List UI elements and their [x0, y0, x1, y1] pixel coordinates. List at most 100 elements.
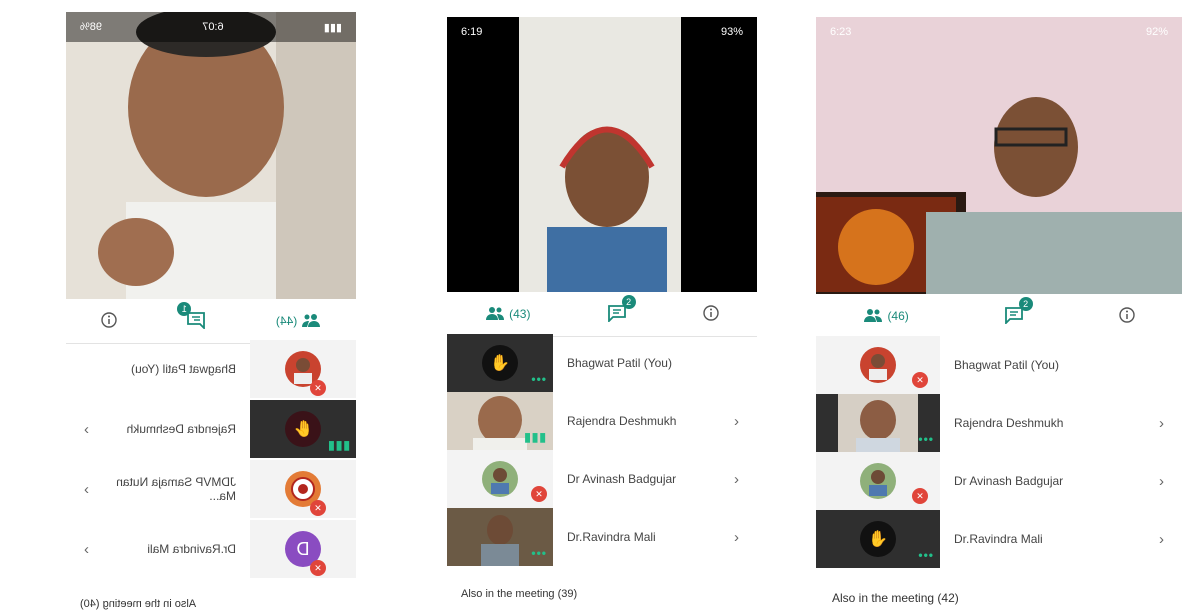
info-icon [703, 304, 719, 324]
hand-raise-icon: ✋ [868, 531, 888, 548]
participant-thumbnail: ✕ [250, 460, 356, 518]
participant-name: Rajendra Deshmukh [126, 422, 236, 436]
chevron-right-icon[interactable]: › [1159, 473, 1164, 490]
screenshot-1: ▮▮▮ 6:07 98% (44) 1 ✕ Bhagwat Patil (You… [66, 0, 356, 613]
chevron-right-icon[interactable]: › [84, 541, 89, 558]
more-dots-icon: ••• [918, 548, 934, 562]
participant-thumbnail: ✋ ••• [447, 334, 553, 392]
participant-row[interactable]: ✕ Dr Avinash Badgujar › [816, 452, 1182, 510]
video-feed [816, 17, 1182, 294]
hand-raise-icon: ✋ [490, 355, 510, 372]
avatar [482, 461, 518, 497]
participant-thumbnail: ✕ [447, 450, 553, 508]
status-battery: 92% [1145, 26, 1168, 38]
avatar: ✋ [860, 521, 896, 557]
tab-chat[interactable]: 2 [1004, 296, 1033, 327]
tab-bar: (44) 1 [66, 299, 356, 344]
participant-row[interactable]: ▮▮▮ Rajendra Deshmukh › [447, 392, 757, 450]
participant-thumbnail: ✕ [816, 452, 940, 510]
speaking-indicator: ▮▮▮ [524, 430, 547, 444]
chevron-right-icon[interactable]: › [1159, 415, 1164, 432]
screenshot-3: 6:23 92% (46) 2 ✕ Bhagwat Patil (You) ••… [816, 0, 1182, 613]
participants-count: (44) [275, 314, 298, 328]
participant-name: Rajendra Deshmukh [567, 414, 677, 428]
participant-name: Dr.Ravindra Mali [147, 542, 236, 556]
hand-raise-icon: ✋ [293, 421, 313, 438]
avatar [860, 347, 896, 383]
mic-off-icon: ✕ [531, 486, 547, 502]
tab-participants[interactable]: (46) [863, 308, 909, 325]
participant-row[interactable]: ✋ ▮▮▮ Rajendra Deshmukh › [66, 400, 356, 458]
participant-thumbnail: D ✕ [250, 520, 356, 578]
chat-badge: 2 [621, 294, 636, 309]
avatar [860, 463, 896, 499]
participant-name: Dr.Ravindra Mali [954, 532, 1043, 546]
participant-thumbnail: ••• [816, 394, 940, 452]
status-battery: 98% [80, 21, 103, 33]
more-dots-icon: ••• [531, 546, 547, 560]
participant-row[interactable]: ✕ Bhagwat Patil (You) [816, 336, 1182, 394]
chevron-right-icon[interactable]: › [734, 471, 739, 488]
tab-chat[interactable]: 2 [607, 294, 636, 325]
participant-thumbnail: ✋ ••• [816, 510, 940, 568]
participants-icon [863, 308, 883, 325]
participant-row[interactable]: ✕ Bhagwat Patil (You) [66, 340, 356, 398]
participant-row[interactable]: ✕ Dr Avinash Badgujar › [447, 450, 757, 508]
participant-row[interactable]: D ✕ Dr.Ravindra Mali › [66, 520, 356, 578]
status-battery: 93% [720, 26, 743, 38]
chat-icon [186, 311, 206, 332]
participant-row[interactable]: ••• Rajendra Deshmukh › [816, 394, 1182, 452]
participant-name: JDMVP Samaja Nutan Ma... [116, 475, 236, 503]
avatar-initial: D [296, 538, 310, 559]
status-time: 6:19 [461, 26, 483, 38]
video-feed [447, 17, 757, 292]
chevron-right-icon[interactable]: › [84, 481, 89, 498]
chevron-right-icon[interactable]: › [734, 413, 739, 430]
participant-thumbnail: ✕ [250, 340, 356, 398]
participant-thumbnail: ✋ ▮▮▮ [250, 400, 356, 458]
participant-name: Bhagwat Patil (You) [954, 358, 1059, 372]
participants-icon [485, 306, 505, 323]
participant-name: Dr Avinash Badgujar [954, 474, 1064, 488]
tab-bar: (46) 2 [816, 294, 1182, 338]
chat-badge: 1 [177, 301, 192, 316]
chat-badge: 2 [1018, 296, 1033, 311]
video-feed [66, 12, 356, 299]
status-bar: 6:23 92% [816, 17, 1182, 47]
chevron-right-icon[interactable]: › [734, 529, 739, 546]
chevron-right-icon[interactable]: › [84, 421, 89, 438]
participant-thumbnail: ▮▮▮ [447, 392, 553, 450]
tab-participants[interactable]: (44) [276, 313, 321, 330]
chevron-right-icon[interactable]: › [1159, 531, 1164, 548]
participant-row[interactable]: ••• Dr.Ravindra Mali › [447, 508, 757, 566]
status-bar: ▮▮▮ 6:07 98% [66, 12, 356, 42]
info-icon [1118, 306, 1135, 326]
info-icon [101, 311, 117, 331]
participant-row[interactable]: ✋ ••• Bhagwat Patil (You) [447, 334, 757, 392]
tab-info[interactable] [101, 311, 117, 331]
also-in-meeting-label: Also in the meeting (39) [461, 588, 578, 600]
more-dots-icon: ••• [918, 432, 934, 446]
participant-name: Rajendra Deshmukh [954, 416, 1064, 430]
tab-participants[interactable]: (43) [485, 306, 530, 323]
more-dots-icon: ••• [531, 372, 547, 386]
avatar: ✋ [482, 345, 518, 381]
participants-icon [301, 313, 321, 330]
participants-count: (46) [887, 309, 909, 323]
participant-name: Bhagwat Patil (You) [131, 362, 236, 376]
participant-name: Bhagwat Patil (You) [567, 356, 672, 370]
participant-row[interactable]: ✋ ••• Dr.Ravindra Mali › [816, 510, 1182, 568]
tab-bar: (43) 2 [447, 292, 757, 337]
tab-info[interactable] [1118, 306, 1135, 326]
participant-thumbnail: ••• [447, 508, 553, 566]
also-in-meeting-label: Also in the meeting (42) [832, 591, 959, 605]
status-time: 6:23 [830, 26, 852, 38]
status-signal: ▮▮▮ [323, 21, 342, 34]
participant-name: Dr.Ravindra Mali [567, 530, 656, 544]
tab-info[interactable] [703, 304, 719, 324]
screenshot-2: 6:19 93% (43) 2 ✋ ••• Bhagwat Patil (You… [447, 0, 757, 613]
tab-chat[interactable]: 1 [177, 301, 206, 332]
mic-off-icon: ✕ [310, 500, 326, 516]
mic-off-icon: ✕ [310, 380, 326, 396]
participant-row[interactable]: ✕ JDMVP Samaja Nutan Ma... › [66, 460, 356, 518]
